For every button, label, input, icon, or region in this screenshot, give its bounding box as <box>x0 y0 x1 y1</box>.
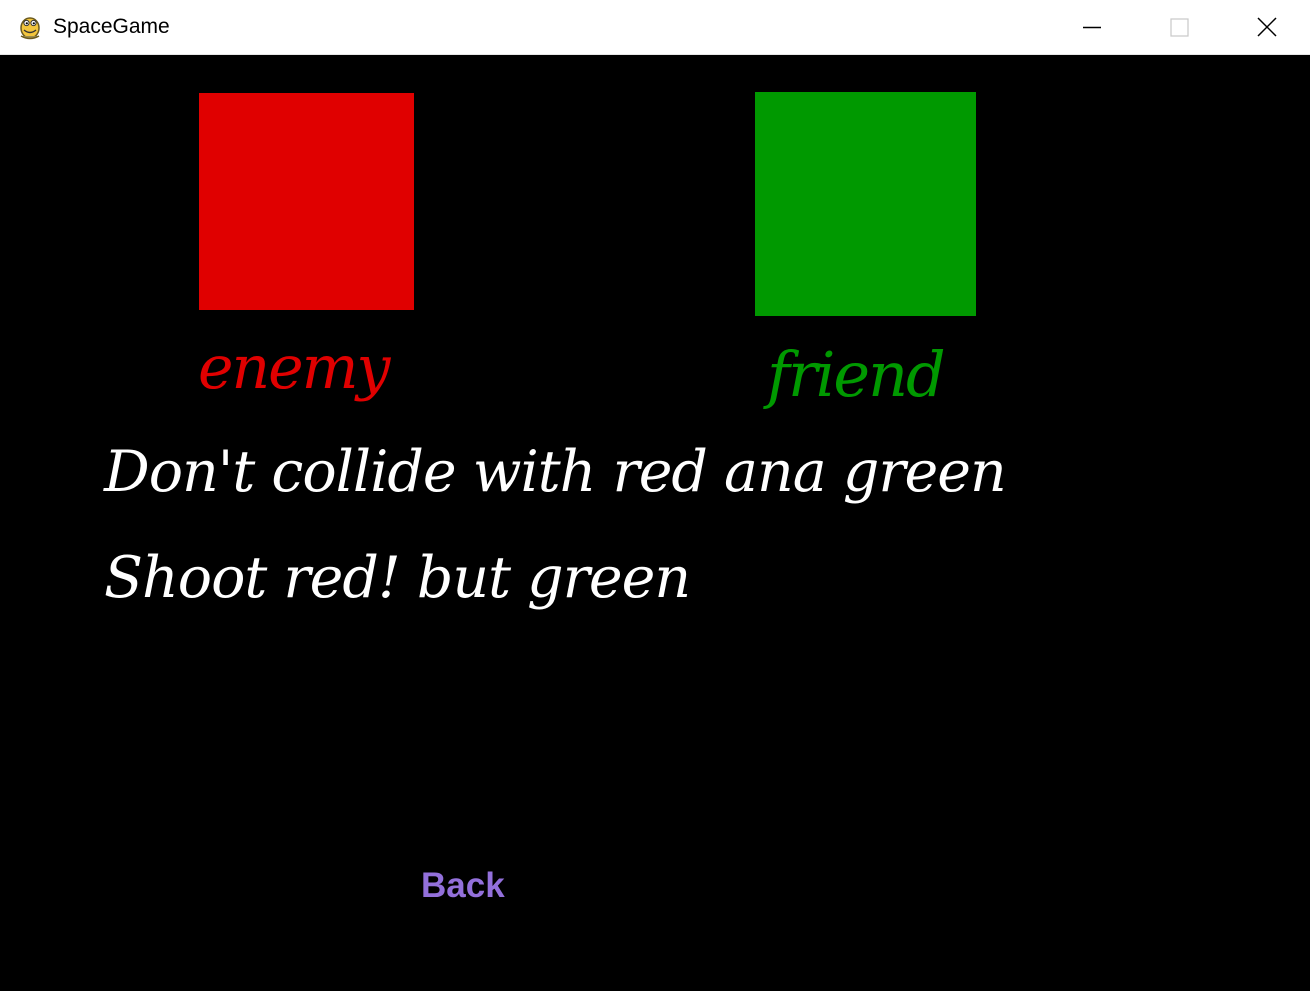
pygame-snake-icon <box>16 12 44 40</box>
game-canvas: enemy friend Don't collide with red ana … <box>0 56 1310 991</box>
instruction-line-2: Shoot red! but green <box>104 545 691 611</box>
minimize-button[interactable] <box>1049 0 1135 55</box>
window-title: SpaceGame <box>53 15 170 38</box>
close-icon <box>1257 17 1277 37</box>
maximize-button[interactable] <box>1135 0 1221 55</box>
friend-square <box>755 92 976 316</box>
minimize-icon <box>1083 26 1101 29</box>
maximize-icon <box>1170 18 1189 37</box>
instruction-line-1: Don't collide with red ana green <box>104 439 1007 505</box>
game-window: SpaceGame enemy friend Don't collide wit… <box>0 0 1310 991</box>
enemy-square <box>199 93 414 310</box>
close-button[interactable] <box>1224 0 1310 55</box>
enemy-label: enemy <box>198 333 390 403</box>
title-bar[interactable]: SpaceGame <box>0 0 1310 55</box>
friend-label: friend <box>767 338 946 411</box>
back-button[interactable]: Back <box>421 868 505 903</box>
